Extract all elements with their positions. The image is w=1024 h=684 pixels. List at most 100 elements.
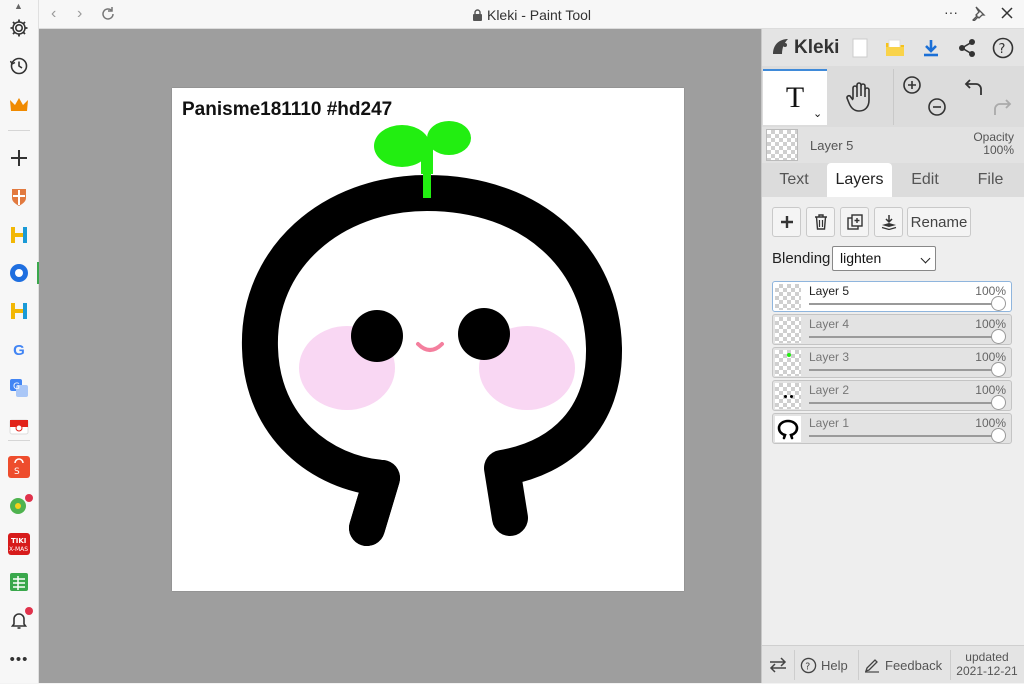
canvas-area[interactable]: Panisme181110 #hd247: [39, 29, 761, 683]
layer-opacity-slider[interactable]: [809, 402, 999, 404]
rename-layer-button[interactable]: Rename: [907, 207, 971, 237]
layer-opacity-slider[interactable]: [809, 369, 999, 371]
swap-side-button[interactable]: [768, 646, 788, 684]
h-app-icon[interactable]: [6, 222, 32, 248]
layer-opacity-slider[interactable]: [809, 303, 999, 305]
panel-tabs: Text Layers Edit File: [762, 163, 1024, 197]
layer-opacity-slider-handle[interactable]: [991, 329, 1006, 344]
download-icon[interactable]: [919, 36, 943, 60]
merge-layer-button[interactable]: [874, 207, 903, 237]
zoom-in-icon[interactable]: [902, 75, 922, 100]
help-circle-icon: ?: [800, 657, 817, 673]
feedback-button[interactable]: Feedback: [864, 646, 942, 684]
tool-panel: Kleki ? T ⌄ Layer 5 Opacity 100% Text La…: [761, 29, 1024, 683]
settings-icon[interactable]: [6, 15, 32, 41]
panel-footer: ? Help Feedback updated 2021-12-21: [762, 645, 1024, 683]
text-tool-button[interactable]: T ⌄: [763, 69, 827, 125]
svg-text:?: ?: [999, 42, 1006, 57]
tool-selector: T ⌄: [762, 69, 1024, 127]
drawing-artwork: [241, 121, 623, 546]
blending-label: Blending: [772, 250, 831, 267]
updated-info: updated 2021-12-21: [952, 650, 1022, 678]
layer-thumbnail: [775, 416, 801, 442]
panel-header: Kleki ?: [762, 29, 1024, 66]
blending-select[interactable]: lighten: [832, 246, 936, 271]
zoom-out-icon[interactable]: [927, 97, 947, 122]
pin-icon[interactable]: [970, 5, 986, 26]
add-layer-button[interactable]: [772, 207, 801, 237]
chevron-down-icon[interactable]: ⌄: [813, 107, 822, 120]
layer-item[interactable]: Layer 4 100%: [772, 314, 1012, 345]
new-file-icon[interactable]: [848, 36, 872, 60]
more-icon[interactable]: •••: [6, 646, 32, 672]
tab-file[interactable]: File: [958, 163, 1023, 197]
crown-icon[interactable]: [6, 92, 32, 118]
page-title-text: Kleki - Paint Tool: [486, 7, 591, 23]
redo-icon[interactable]: [990, 97, 1012, 122]
svg-text:G: G: [13, 382, 20, 392]
drawing-canvas[interactable]: Panisme181110 #hd247: [172, 88, 684, 591]
text-tool-icon: T: [785, 81, 805, 114]
map-app-icon[interactable]: [6, 492, 33, 518]
add-icon[interactable]: [6, 145, 32, 171]
layer-name: Layer 1: [809, 416, 850, 430]
translate-icon[interactable]: G: [6, 375, 32, 401]
delete-layer-button[interactable]: [806, 207, 835, 237]
layer-opacity-slider[interactable]: [809, 435, 999, 437]
current-layer-row: Layer 5 Opacity 100%: [762, 127, 1024, 163]
google-icon[interactable]: G: [6, 337, 32, 363]
tab-layers[interactable]: Layers: [827, 163, 892, 197]
svg-text:?: ?: [805, 661, 810, 672]
feedback-label: Feedback: [885, 657, 943, 673]
opacity-display[interactable]: Opacity 100%: [942, 131, 1014, 157]
merge-down-icon: [881, 215, 896, 230]
layer-opacity-slider-handle[interactable]: [991, 395, 1006, 410]
layer-thumbnail: [775, 350, 801, 376]
more-options-icon[interactable]: ···: [944, 4, 958, 20]
layer-opacity-slider[interactable]: [809, 336, 999, 338]
browser-sidebar: ▲ G G S TIKI X-MAS •••: [0, 0, 40, 683]
browser-titlebar: ‹ › Kleki - Paint Tool ···: [39, 0, 1024, 29]
tab-text[interactable]: Text: [762, 163, 826, 197]
undo-icon[interactable]: [964, 77, 986, 102]
layer-opacity-slider-handle[interactable]: [991, 428, 1006, 443]
plus-icon: [780, 216, 793, 228]
hand-tool-button[interactable]: [828, 69, 892, 125]
lock-icon: [472, 8, 483, 24]
layer-item[interactable]: Layer 1 100%: [772, 413, 1012, 444]
sidebar-divider: [8, 130, 30, 131]
shop-icon[interactable]: [6, 414, 32, 440]
layer-thumbnail: [775, 383, 801, 409]
share-icon[interactable]: [955, 36, 979, 60]
collapse-up-icon[interactable]: ▲: [14, 1, 23, 11]
layer-opacity-slider-handle[interactable]: [991, 296, 1006, 311]
close-icon[interactable]: [999, 5, 1015, 26]
duplicate-layer-button[interactable]: [840, 207, 869, 237]
bell-icon[interactable]: [6, 607, 33, 633]
layer-name: Layer 4: [809, 317, 850, 331]
help-icon[interactable]: ?: [991, 36, 1015, 60]
h-app-icon-2[interactable]: [6, 298, 32, 324]
layers-panel: Rename Blending lighten Layer 5 100% Lay…: [762, 197, 1024, 645]
hand-icon: [846, 82, 870, 112]
sidebar-divider-2: [8, 440, 30, 441]
layer-item[interactable]: Layer 2 100%: [772, 380, 1012, 411]
open-folder-icon[interactable]: [883, 36, 907, 60]
tiki-icon[interactable]: TIKI X-MAS: [6, 531, 32, 557]
shopee-icon[interactable]: S: [6, 454, 32, 480]
updated-date: 2021-12-21: [956, 664, 1018, 678]
tab-edit[interactable]: Edit: [893, 163, 957, 197]
layer-opacity-slider-handle[interactable]: [991, 362, 1006, 377]
updated-label: updated: [965, 650, 1009, 664]
help-button[interactable]: ? Help: [800, 646, 848, 684]
layer-item[interactable]: Layer 3 100%: [772, 347, 1012, 378]
layer-item[interactable]: Layer 5 100%: [772, 281, 1012, 312]
layer-thumbnail: [775, 284, 801, 310]
layer-thumbnail: [775, 317, 801, 343]
sheets-icon[interactable]: [6, 569, 32, 595]
layer-name: Layer 5: [809, 284, 850, 298]
kleki-app-icon[interactable]: [6, 260, 32, 286]
svg-text:S: S: [14, 467, 20, 477]
history-icon[interactable]: [6, 53, 32, 79]
shield-app-icon[interactable]: [6, 184, 32, 210]
